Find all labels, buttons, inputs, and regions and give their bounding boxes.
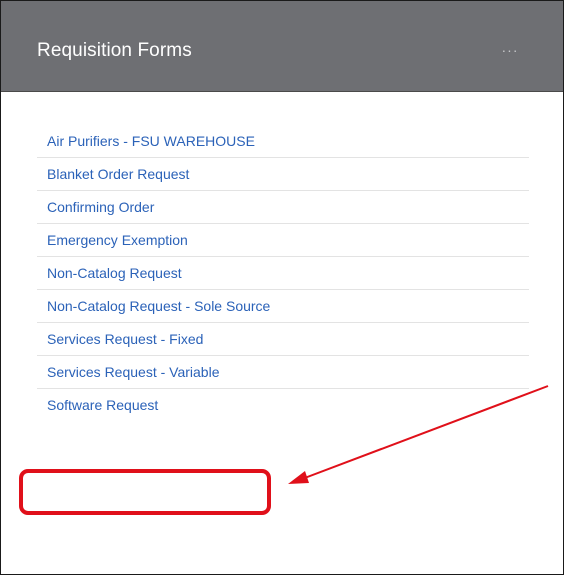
form-link-blanket-order-request[interactable]: Blanket Order Request [37, 158, 189, 191]
form-link-services-request-fixed[interactable]: Services Request - Fixed [37, 323, 203, 356]
form-link-non-catalog-sole-source[interactable]: Non-Catalog Request - Sole Source [37, 290, 270, 323]
forms-list: Air Purifiers - FSU WAREHOUSE Blanket Or… [37, 125, 529, 422]
widget-title: Requisition Forms [37, 40, 192, 61]
form-link-air-purifiers[interactable]: Air Purifiers - FSU WAREHOUSE [37, 125, 255, 158]
list-item: Services Request - Variable [37, 356, 529, 389]
highlight-box [19, 469, 271, 515]
list-item: Confirming Order [37, 191, 529, 224]
ellipsis-icon[interactable]: ··· [499, 40, 521, 60]
widget-header: Requisition Forms ··· [1, 1, 563, 92]
list-item: Non-Catalog Request [37, 257, 529, 290]
form-link-emergency-exemption[interactable]: Emergency Exemption [37, 224, 188, 257]
list-item: Blanket Order Request [37, 158, 529, 191]
form-link-software-request[interactable]: Software Request [37, 389, 158, 422]
list-item: Air Purifiers - FSU WAREHOUSE [37, 125, 529, 158]
list-item: Non-Catalog Request - Sole Source [37, 290, 529, 323]
form-link-services-request-variable[interactable]: Services Request - Variable [37, 356, 219, 389]
list-item: Emergency Exemption [37, 224, 529, 257]
form-link-confirming-order[interactable]: Confirming Order [37, 191, 154, 224]
form-link-non-catalog-request[interactable]: Non-Catalog Request [37, 257, 182, 290]
list-item: Services Request - Fixed [37, 323, 529, 356]
list-item: Software Request [37, 389, 529, 422]
